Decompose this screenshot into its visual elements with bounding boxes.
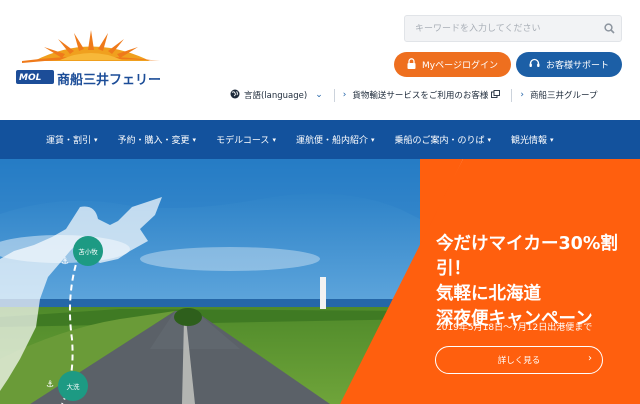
- chevron-right-icon: ›: [342, 90, 347, 100]
- nav-item-label: 運航便・船内紹介: [295, 136, 368, 146]
- mol-group-label: 商船三井グループ: [530, 91, 598, 101]
- freight-service-link[interactable]: › 貨物輸送サービスをご利用のお客様: [343, 89, 501, 101]
- nav-item-reservation[interactable]: 予約・購入・変更 ▾: [117, 133, 197, 147]
- freight-service-label: 貨物輸送サービスをご利用のお客様: [352, 91, 489, 101]
- promo-title-line-2: 気軽に北海道: [436, 284, 541, 304]
- promo-title-line-1: 今だけマイカー30%割引！: [436, 234, 618, 279]
- headset-icon: [529, 58, 540, 72]
- anchor-icon: ⚓: [61, 257, 70, 267]
- nav-item-schedule[interactable]: 運航便・船内紹介 ▾: [295, 133, 375, 147]
- site-header: MOL 商船三井フェリー Myページログイン お客様サポート 言語(langua…: [0, 0, 640, 120]
- divider: [333, 88, 335, 102]
- nav-item-label: 観光情報: [511, 136, 548, 146]
- chevron-down-icon: ▾: [487, 135, 492, 144]
- details-label: 詳しく見る: [497, 356, 541, 366]
- chevron-down-icon: ▾: [272, 135, 276, 144]
- support-label: お客様サポート: [545, 61, 609, 71]
- globe-icon: [230, 89, 240, 102]
- chevron-down-icon: ▾: [192, 135, 197, 144]
- hero-banner: 苫小牧 ⚓ 大洗 ⚓ 今だけマイカー30%割引！ 気軽に北海道 深夜便キャンペー…: [0, 159, 640, 404]
- port-marker-oarai[interactable]: 大洗: [58, 371, 88, 401]
- language-label: 言語(language): [244, 91, 308, 101]
- nav-item-fares[interactable]: 運賃・割引 ▾: [46, 133, 98, 147]
- mypage-login-button[interactable]: Myページログイン: [394, 52, 511, 77]
- nav-item-tourism[interactable]: 観光情報 ▾: [511, 133, 554, 147]
- search-input[interactable]: [405, 16, 597, 41]
- chevron-right-icon: ›: [520, 90, 524, 100]
- port-label: 大洗: [66, 383, 80, 391]
- campaign-period: 2019年5月18日～7月12日出港便まで: [436, 323, 593, 333]
- nav-item-boarding[interactable]: 乗船のご案内・のりば ▾: [394, 133, 492, 147]
- campaign-promo: 今だけマイカー30%割引！ 気軽に北海道 深夜便キャンペーン: [436, 232, 636, 332]
- company-logo[interactable]: MOL 商船三井フェリー: [16, 30, 166, 88]
- nav-item-label: 予約・購入・変更: [117, 136, 190, 146]
- brand-mark: MOL: [19, 73, 42, 83]
- divider: [511, 88, 513, 102]
- main-navigation: 運賃・割引 ▾ 予約・購入・変更 ▾ モデルコース ▾ 運航便・船内紹介 ▾ 乗…: [0, 120, 640, 159]
- header-utility-links: 言語(language) ⌄ › 貨物輸送サービスをご利用のお客様 › 商船三井…: [230, 88, 598, 102]
- nav-item-label: モデルコース: [216, 136, 270, 146]
- port-marker-tomakomai[interactable]: 苫小牧: [73, 236, 103, 266]
- nav-item-label: 運賃・割引: [46, 136, 92, 146]
- language-selector[interactable]: 言語(language) ⌄: [230, 89, 323, 102]
- search-icon[interactable]: [597, 16, 621, 41]
- chevron-down-icon: ▾: [550, 135, 554, 144]
- mol-group-link[interactable]: › 商船三井グループ: [520, 89, 597, 101]
- company-name: 商船三井フェリー: [57, 73, 162, 88]
- search-box: [404, 15, 622, 42]
- login-label: Myページログイン: [422, 61, 498, 71]
- chevron-right-icon: ›: [588, 353, 592, 364]
- customer-support-button[interactable]: お客様サポート: [516, 52, 622, 77]
- nav-item-model-course[interactable]: モデルコース ▾: [216, 133, 276, 147]
- nav-item-label: 乗船のご案内・のりば: [394, 136, 485, 146]
- port-label: 苫小牧: [78, 248, 98, 256]
- external-link-icon: [491, 89, 501, 101]
- chevron-down-icon: ▾: [94, 135, 98, 144]
- chevron-down-icon: ▾: [370, 135, 375, 144]
- anchor-icon: ⚓: [46, 380, 55, 390]
- details-button[interactable]: 詳しく見る ›: [435, 346, 603, 374]
- lock-icon: [407, 57, 416, 72]
- chevron-down-icon: ⌄: [315, 90, 323, 100]
